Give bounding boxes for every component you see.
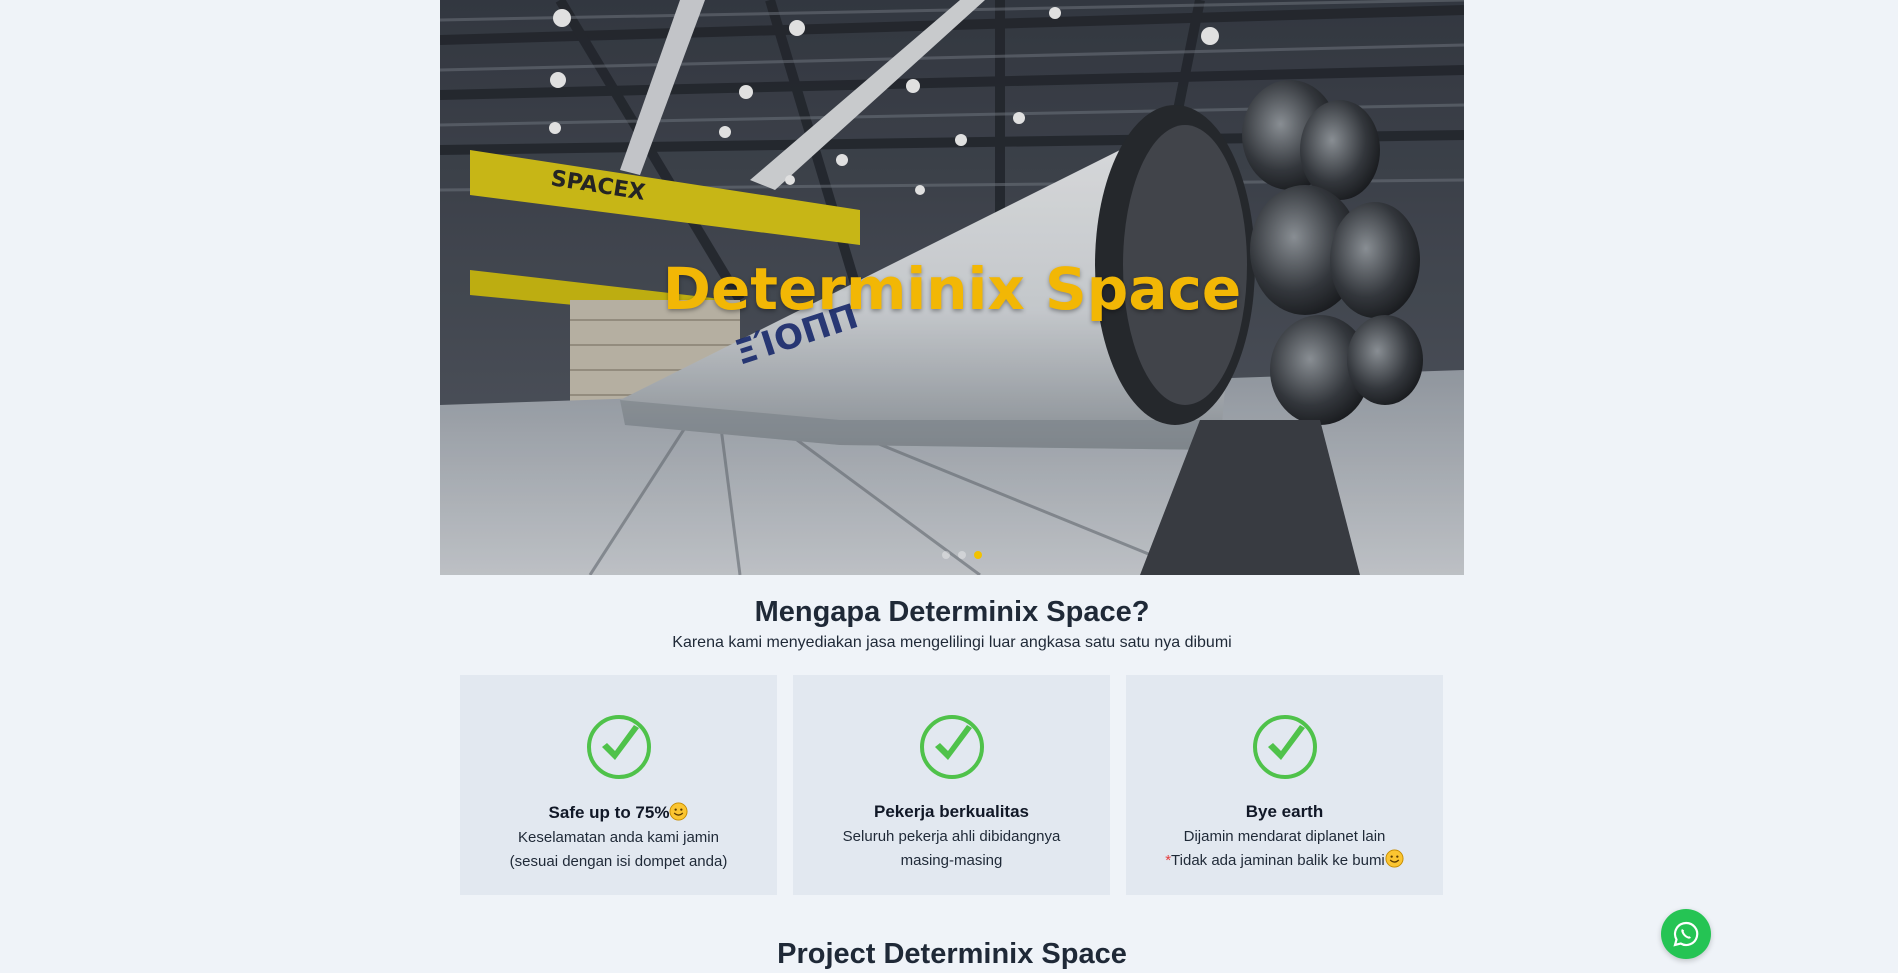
smile-emoji-icon	[1385, 849, 1404, 868]
why-heading: Mengapa Determinix Space?	[754, 596, 1150, 628]
feature-card: Bye earth Dijamin mendarat diplanet lain…	[1126, 675, 1443, 895]
feature-card: Safe up to 75% Keselamatan anda kami jam…	[460, 675, 777, 895]
hero-title: Determinix Space	[662, 255, 1242, 323]
feature-card: Pekerja berkualitas Seluruh pekerja ahli…	[793, 675, 1110, 895]
hero-carousel: SPACEX ΞΊΟΠΠ	[440, 0, 1464, 575]
whatsapp-button[interactable]	[1661, 909, 1711, 959]
feature-card-text: *Tidak ada jaminan balik ke bumi	[1165, 849, 1404, 873]
carousel-dot-3[interactable]	[974, 551, 982, 559]
why-subtitle: Karena kami menyediakan jasa mengeliling…	[672, 634, 1232, 651]
projects-heading: Project Determinix Space	[777, 938, 1127, 970]
feature-card-text: Dijamin mendarat diplanet lain	[1183, 828, 1386, 845]
feature-card-text: masing-masing	[900, 852, 1003, 869]
feature-card-text: Keselamatan anda kami jamin	[518, 829, 719, 846]
check-circle-icon	[1252, 715, 1317, 779]
feature-card-title: Bye earth	[1245, 802, 1324, 821]
feature-card-title: Pekerja berkualitas	[874, 802, 1029, 821]
carousel-indicators	[440, 551, 1464, 559]
carousel-dot-1[interactable]	[942, 551, 950, 559]
feature-card-title: Safe up to 75%	[549, 802, 689, 823]
smile-emoji-icon	[669, 802, 688, 821]
feature-card-text: (sesuai dengan isi dompet anda)	[509, 853, 728, 870]
whatsapp-icon	[1673, 921, 1699, 947]
check-circle-icon	[586, 715, 651, 779]
feature-card-text: Seluruh pekerja ahli dibidangnya	[842, 828, 1061, 845]
check-circle-icon	[919, 715, 984, 779]
feature-cards: Safe up to 75% Keselamatan anda kami jam…	[460, 675, 1443, 895]
carousel-dot-2[interactable]	[958, 551, 966, 559]
